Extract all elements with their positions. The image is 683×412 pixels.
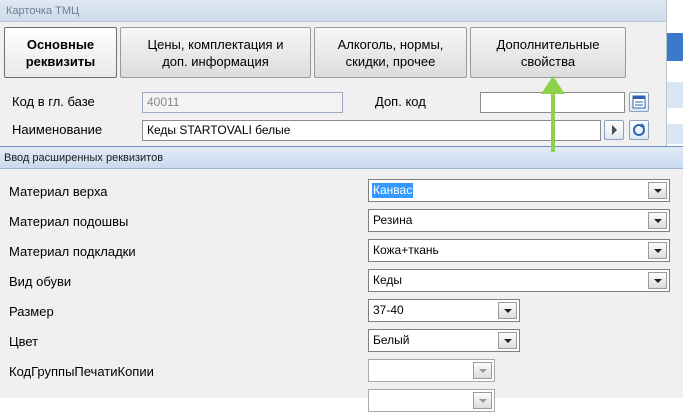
color-combo[interactable]: Белый [368,329,520,352]
code-field[interactable]: 40011 [142,92,343,113]
dialog-title: Ввод расширенных реквизитов [0,147,683,169]
tab-main-requisites[interactable]: Основные реквизиты [4,27,117,78]
size-label: Размер [9,304,54,319]
sole-material-value: Резина [373,213,413,227]
chevron-down-icon[interactable] [498,332,517,349]
shoe-type-value: Кеды [373,273,403,287]
print-group-code-combo[interactable] [368,359,495,382]
chevron-down-icon[interactable] [648,242,667,259]
chevron-down-icon[interactable] [498,302,517,319]
tab-label: Алкоголь, нормы, скидки, прочее [337,36,444,69]
tab-alcohol-norms[interactable]: Алкоголь, нормы, скидки, прочее [314,27,467,78]
background-panel-edge [667,0,683,160]
color-label: Цвет [9,334,39,349]
color-value: Белый [373,333,410,347]
chevron-down-icon[interactable] [473,362,492,379]
upper-material-label: Материал верха [9,184,108,199]
window-title: Карточка ТМЦ [0,0,666,22]
upper-material-combo[interactable]: Канвас [368,179,670,202]
product-card-window: Карточка ТМЦ Основные реквизиты Цены, ко… [0,0,667,160]
name-label: Наименование [12,122,103,137]
tab-label: Дополнительные свойства [496,36,600,69]
tab-prices-info[interactable]: Цены, комплектация и доп. информация [120,27,311,78]
size-combo[interactable]: 37-40 [368,299,520,322]
chevron-down-icon[interactable] [648,182,667,199]
lining-material-label: Материал подкладки [9,244,136,259]
code-label: Код в гл. базе [12,94,95,109]
print-group-code-label: КодГруппыПечатиКопии [9,364,154,379]
play-icon[interactable] [604,120,624,140]
upper-material-value: Канвас [372,183,414,198]
name-field[interactable]: Кеды STARTOVALI белые [142,120,601,141]
list-icon[interactable] [629,92,649,112]
extra-code-field[interactable] [480,92,625,113]
lining-material-combo[interactable]: Кожа+ткань [368,239,670,262]
lining-material-value: Кожа+ткань [373,243,439,257]
chevron-down-icon[interactable] [473,392,492,409]
sole-material-combo[interactable]: Резина [368,209,670,232]
tab-label: Цены, комплектация и доп. информация [147,36,284,69]
refresh-icon[interactable] [629,120,649,140]
chevron-down-icon[interactable] [648,272,667,289]
next-row-combo[interactable] [368,389,495,412]
shoe-type-combo[interactable]: Кеды [368,269,670,292]
tab-additional-properties[interactable]: Дополнительные свойства [470,27,626,78]
size-value: 37-40 [373,303,404,317]
extra-code-label: Доп. код [375,94,426,109]
extended-requisites-dialog: Ввод расширенных реквизитов Материал вер… [0,146,683,412]
tab-label: Основные реквизиты [25,36,96,69]
sole-material-label: Материал подошвы [9,214,129,229]
shoe-type-label: Вид обуви [9,274,72,289]
chevron-down-icon[interactable] [648,212,667,229]
